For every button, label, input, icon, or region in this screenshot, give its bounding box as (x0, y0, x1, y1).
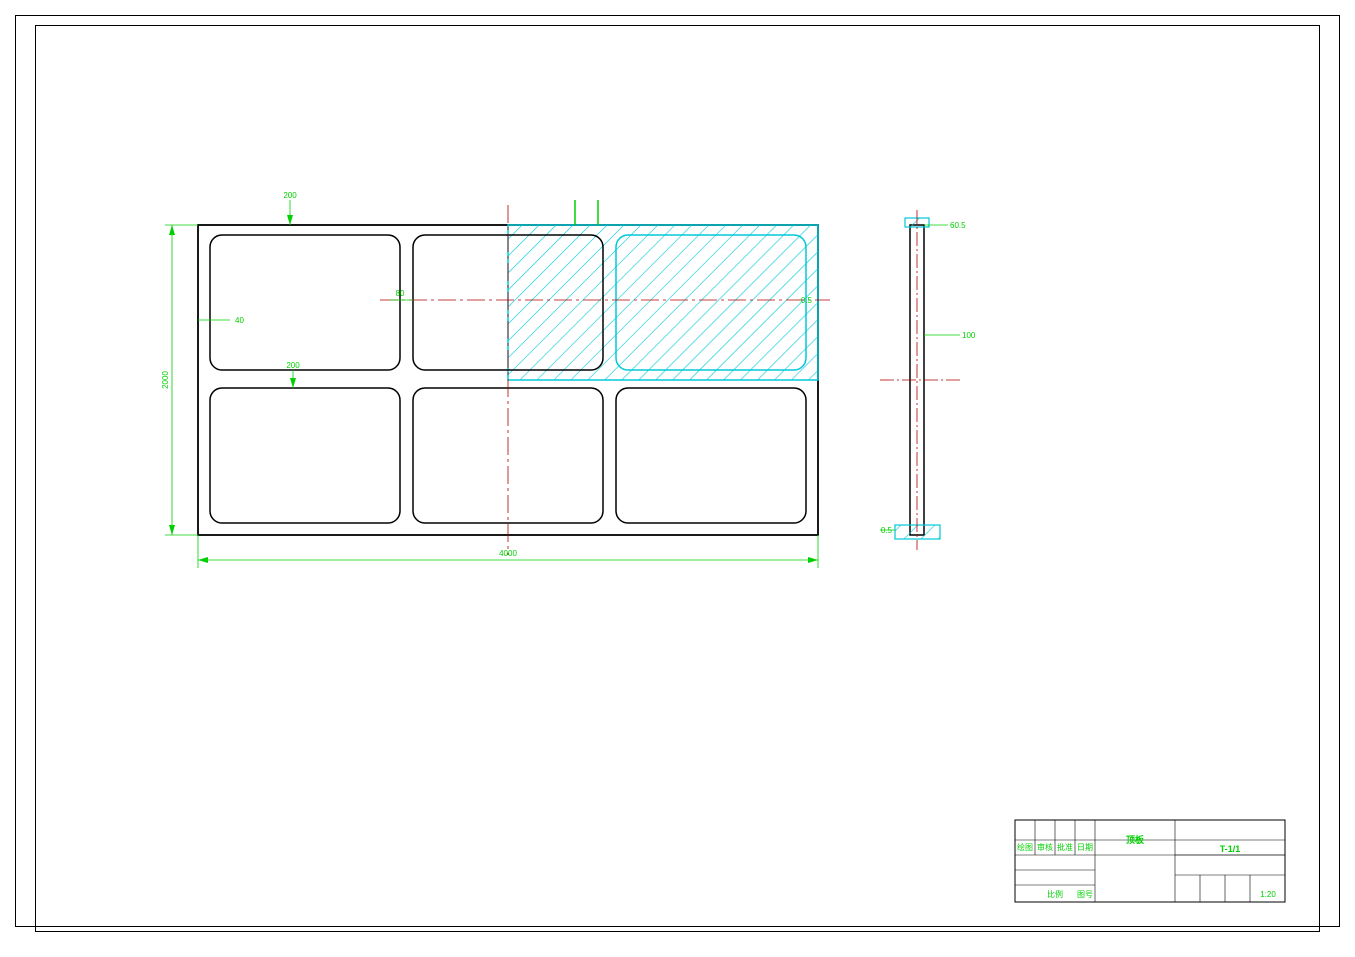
svg-text:审核: 审核 (1037, 842, 1053, 852)
drawing-canvas: 4000 2000 200 200 (0, 0, 1355, 957)
svg-text:0.5: 0.5 (801, 296, 813, 305)
dimension-side-60-5: 60.5 (924, 221, 966, 230)
sheet-number: T-1/1 (1220, 844, 1241, 854)
svg-text:比例: 比例 (1047, 889, 1063, 899)
svg-text:60.5: 60.5 (950, 221, 966, 230)
svg-text:40: 40 (235, 316, 244, 325)
dimension-height: 2000 (161, 225, 198, 535)
svg-text:4000: 4000 (499, 549, 517, 558)
svg-text:1:20: 1:20 (1260, 890, 1276, 899)
svg-text:批准: 批准 (1057, 842, 1073, 852)
dimension-0-5-right: 0.5 (801, 296, 813, 305)
title-block: 顶板 T-1/1 绘图 审核 批准 日期 比例 图号 1:20 (1015, 820, 1285, 902)
dimension-side-0-5: 0.5 (880, 526, 895, 535)
dimension-rib-top: 200 (283, 191, 297, 225)
svg-text:绘图: 绘图 (1017, 842, 1033, 852)
part-name: 顶板 (1126, 834, 1145, 845)
dimension-rib-mid-v: 200 (286, 361, 300, 388)
dimension-40: 40 (198, 316, 244, 325)
svg-text:2000: 2000 (161, 371, 170, 389)
front-view: 4000 2000 200 200 (161, 191, 830, 568)
dimension-section-marks (575, 200, 598, 225)
svg-text:日期: 日期 (1077, 843, 1093, 852)
svg-text:100: 100 (962, 331, 976, 340)
side-view: 60.5 100 0.5 (880, 210, 976, 550)
hatch-region (508, 225, 818, 380)
svg-text:200: 200 (283, 191, 297, 200)
dimension-side-100: 100 (924, 331, 976, 340)
dimension-80: 80 (390, 289, 413, 300)
svg-text:0.5: 0.5 (881, 526, 893, 535)
svg-text:200: 200 (286, 361, 300, 370)
svg-text:80: 80 (396, 289, 405, 298)
svg-text:图号: 图号 (1077, 890, 1093, 899)
